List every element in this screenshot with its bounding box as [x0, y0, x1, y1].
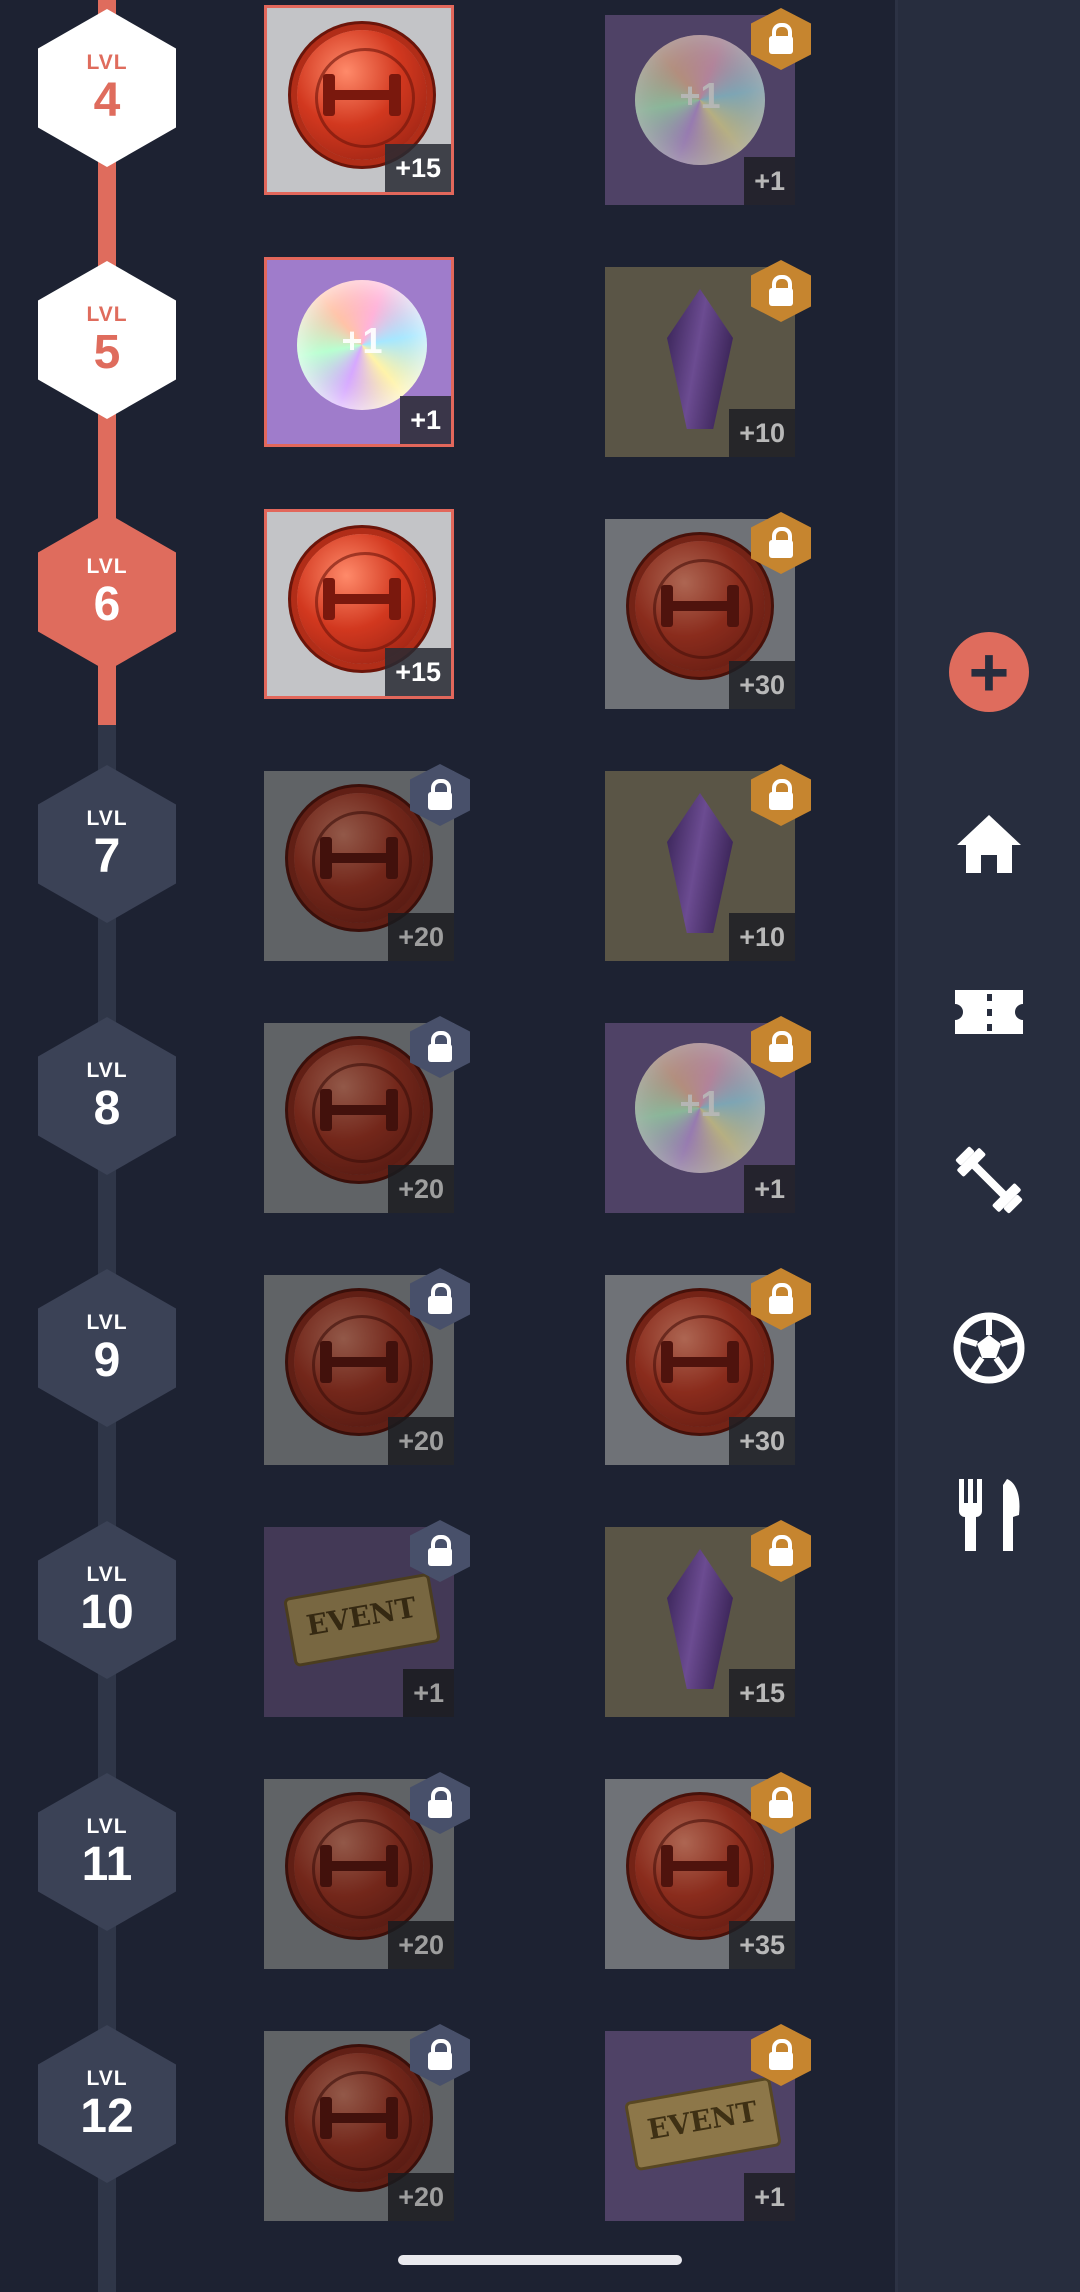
- event-ticket-label: EVENT: [644, 2094, 760, 2147]
- level-row: LVL 5 +1 +1 +10: [0, 232, 895, 457]
- dumbbell-icon: [955, 1146, 1023, 1214]
- level-prefix: LVL: [86, 303, 128, 326]
- level-badge: LVL 8: [38, 1017, 176, 1175]
- dumbbell-coin-icon: [294, 1801, 424, 1931]
- level-number: 6: [93, 578, 121, 631]
- level-row: LVL 12 +20 EVENT +1: [0, 1996, 895, 2221]
- dumbbell-coin-icon: [297, 30, 427, 160]
- soccer-ball-icon: [953, 1312, 1025, 1384]
- reward-amount: +1: [403, 1669, 454, 1717]
- event-ticket-label: EVENT: [303, 1590, 419, 1643]
- reward-amount: +15: [385, 648, 451, 696]
- nav-home-button[interactable]: [949, 805, 1029, 885]
- level-row: LVL 11 +20 +35: [0, 1744, 895, 1969]
- add-button[interactable]: +: [949, 632, 1029, 712]
- level-badge: LVL 5: [38, 261, 176, 419]
- level-row: LVL 9 +20 +30: [0, 1240, 895, 1465]
- gem-orb-icon: +1: [297, 280, 427, 410]
- purple-crystal-icon: [667, 289, 733, 429]
- level-prefix: LVL: [86, 2067, 128, 2090]
- free-reward-card[interactable]: +1 +1: [264, 257, 454, 447]
- level-number: 7: [93, 830, 121, 883]
- fork-knife-icon: [959, 1479, 1020, 1551]
- nav-workout-button[interactable]: [949, 1140, 1029, 1220]
- reward-amount: +20: [388, 1417, 454, 1465]
- reward-amount: +15: [385, 144, 451, 192]
- reward-amount: +10: [729, 913, 795, 961]
- level-badge: LVL 12: [38, 2025, 176, 2183]
- level-badge: LVL 6: [38, 513, 176, 671]
- level-prefix: LVL: [86, 1059, 128, 1082]
- level-prefix: LVL: [86, 807, 128, 830]
- level-badge: LVL 7: [38, 765, 176, 923]
- free-reward-card[interactable]: +15: [264, 509, 454, 699]
- nav-sports-button[interactable]: [949, 1308, 1029, 1388]
- plus-icon: +: [968, 633, 1010, 711]
- level-badge: LVL 9: [38, 1269, 176, 1427]
- level-prefix: LVL: [86, 1815, 128, 1838]
- level-number: 11: [81, 1838, 133, 1891]
- level-prefix: LVL: [86, 555, 128, 578]
- reward-amount: +30: [729, 661, 795, 709]
- reward-amount: +30: [729, 1417, 795, 1465]
- orb-label: +1: [679, 1083, 721, 1124]
- home-icon: [957, 815, 1021, 873]
- level-number: 8: [93, 1082, 121, 1135]
- reward-amount: +1: [400, 396, 451, 444]
- level-row: LVL 6 +15 +30: [0, 484, 895, 709]
- level-number: 5: [93, 326, 121, 379]
- nav-tickets-button[interactable]: [949, 972, 1029, 1052]
- level-row: LVL 10 EVENT +1 +15: [0, 1492, 895, 1717]
- dumbbell-coin-icon: [294, 1045, 424, 1175]
- purple-crystal-icon: [667, 1549, 733, 1689]
- reward-amount: +10: [729, 409, 795, 457]
- dumbbell-coin-icon: [635, 1297, 765, 1427]
- event-ticket-icon: EVENT: [283, 1572, 441, 1668]
- reward-amount: +1: [744, 2173, 795, 2221]
- ticket-icon: [955, 990, 1023, 1034]
- level-number: 10: [80, 1586, 134, 1639]
- reward-amount: +15: [729, 1669, 795, 1717]
- dumbbell-coin-icon: [294, 1297, 424, 1427]
- level-badge: LVL 11: [38, 1773, 176, 1931]
- gem-orb-icon: +1: [635, 1043, 765, 1173]
- reward-amount: +20: [388, 1921, 454, 1969]
- dumbbell-coin-icon: [294, 793, 424, 923]
- level-number: 12: [80, 2090, 134, 2143]
- level-prefix: LVL: [86, 1563, 128, 1586]
- dumbbell-coin-icon: [635, 1801, 765, 1931]
- reward-amount: +20: [388, 913, 454, 961]
- level-prefix: LVL: [86, 51, 128, 74]
- gem-orb-icon: +1: [635, 35, 765, 165]
- reward-amount: +1: [744, 1165, 795, 1213]
- reward-amount: +1: [744, 157, 795, 205]
- reward-amount: +20: [388, 1165, 454, 1213]
- level-badge: LVL 10: [38, 1521, 176, 1679]
- free-reward-card[interactable]: +15: [264, 5, 454, 195]
- dumbbell-coin-icon: [294, 2053, 424, 2183]
- reward-amount: +20: [388, 2173, 454, 2221]
- level-row: LVL 8 +20 +1 +1: [0, 988, 895, 1213]
- nav-food-button[interactable]: [949, 1475, 1029, 1555]
- level-badge: LVL 4: [38, 9, 176, 167]
- orb-label: +1: [679, 75, 721, 116]
- event-ticket-icon: EVENT: [624, 2076, 782, 2172]
- sidebar: +: [898, 0, 1080, 2292]
- level-number: 9: [93, 1334, 121, 1387]
- home-indicator[interactable]: [398, 2255, 682, 2265]
- level-row: LVL 7 +20 +10: [0, 736, 895, 961]
- reward-amount: +35: [729, 1921, 795, 1969]
- purple-crystal-icon: [667, 793, 733, 933]
- level-number: 4: [93, 74, 121, 127]
- dumbbell-coin-icon: [297, 534, 427, 664]
- orb-label: +1: [341, 320, 383, 361]
- level-prefix: LVL: [86, 1311, 128, 1334]
- dumbbell-coin-icon: [635, 541, 765, 671]
- level-row: LVL 4 +15 +1 +1: [0, 0, 895, 205]
